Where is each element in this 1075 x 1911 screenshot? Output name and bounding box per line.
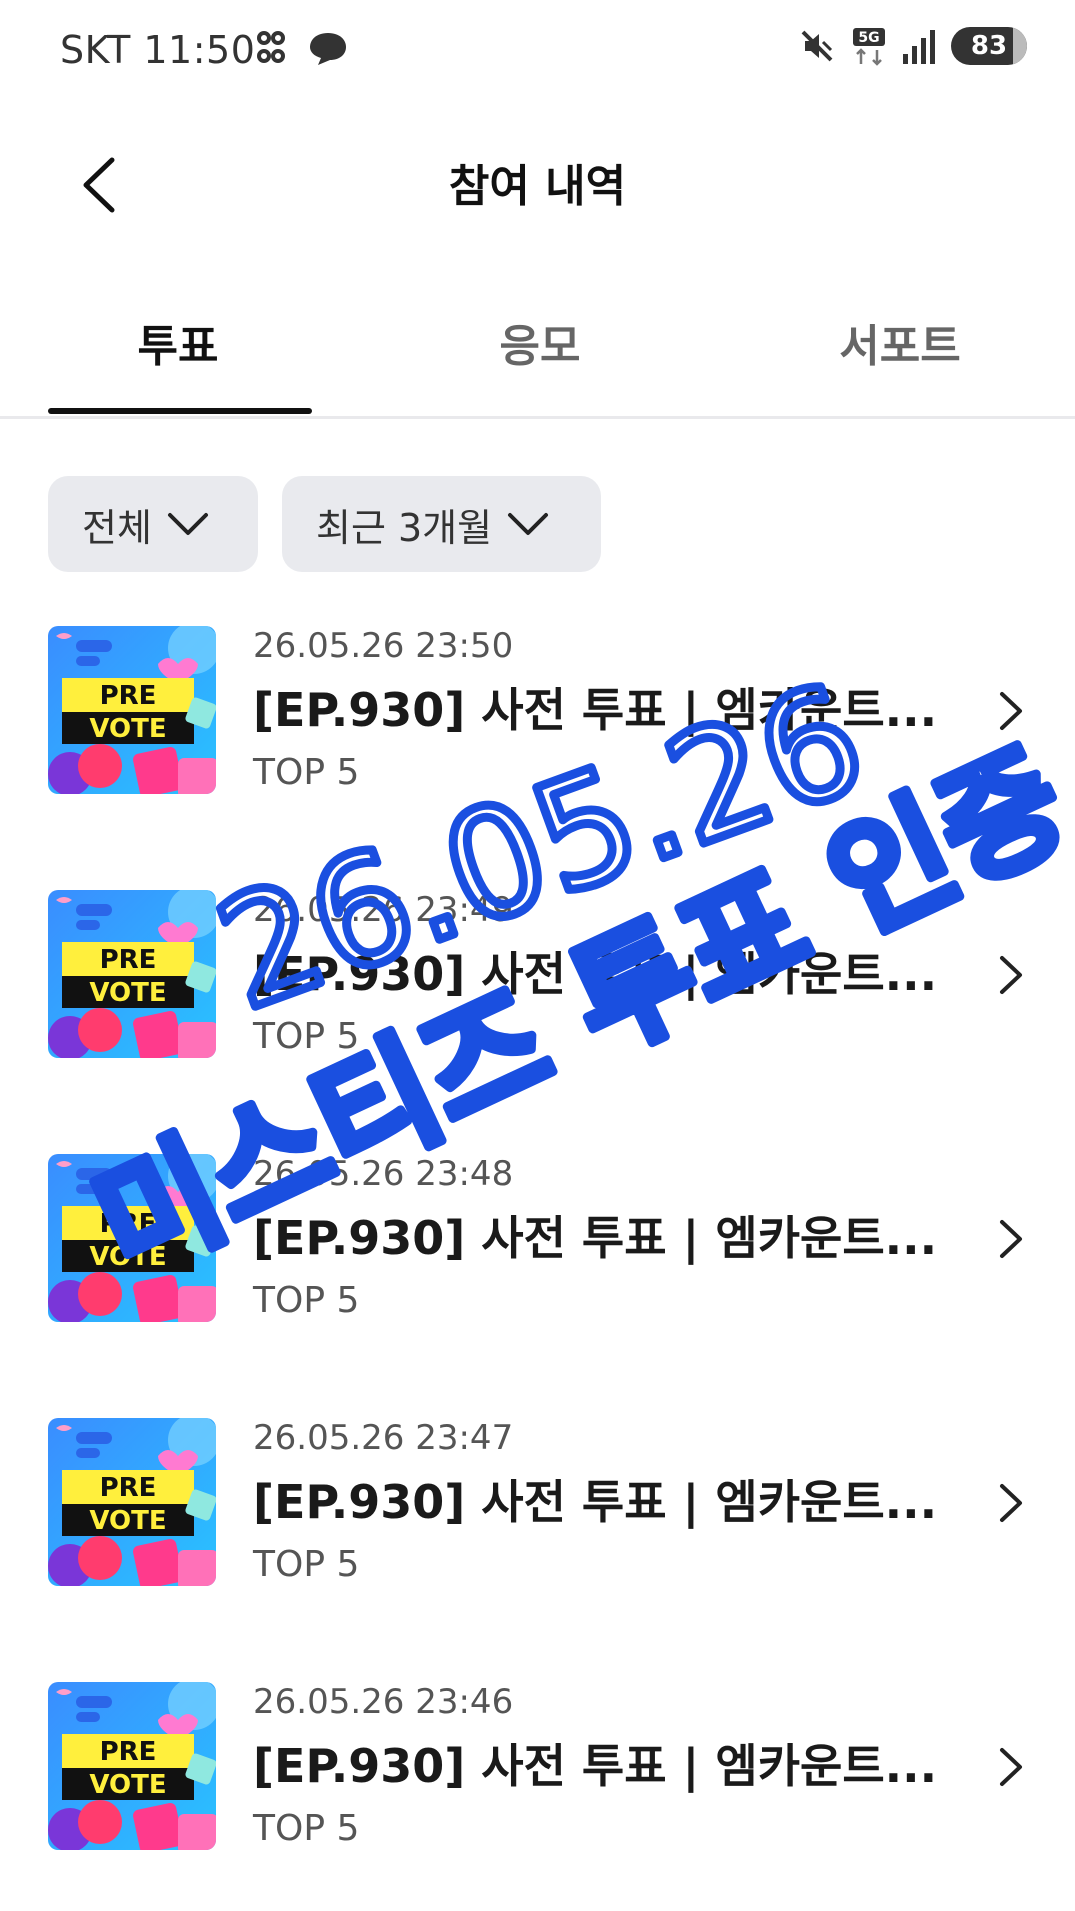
tab-vote[interactable]: 투표 [48, 310, 308, 374]
item-subtitle: TOP 5 [253, 1544, 360, 1585]
category-filter-label: 전체 [82, 505, 152, 550]
thumbnail-pre-text: PRE [100, 681, 157, 711]
chevron-down-icon [167, 513, 208, 535]
category-filter-dropdown[interactable]: 전체 [48, 476, 258, 572]
thumbnail-vote-text: VOTE [89, 1242, 166, 1272]
pre-vote-thumbnail: PRE VOTE [48, 1418, 216, 1586]
pre-vote-thumbnail: PRE VOTE [48, 1682, 216, 1850]
item-date: 26.05.26 23:46 [253, 1682, 514, 1722]
tab-bar: 투표 응모 서포트 [0, 280, 1075, 419]
item-title: [EP.930] 사전 투표 | 엠카운트... [253, 1739, 938, 1793]
thumbnail-pre-text: PRE [100, 1737, 157, 1767]
thumbnail-pre-text: PRE [100, 1473, 157, 1503]
item-date: 26.05.26 23:49 [253, 890, 514, 930]
chevron-down-icon [508, 513, 549, 535]
tab-indicator [48, 408, 312, 414]
item-title: [EP.930] 사전 투표 | 엠카운트... [253, 1211, 938, 1265]
item-subtitle: TOP 5 [253, 1280, 360, 1321]
chat-bubble-icon [310, 33, 346, 65]
carrier-time: SKT 11:50 [60, 28, 256, 72]
item-subtitle: TOP 5 [253, 752, 360, 793]
pre-vote-thumbnail: PRE VOTE [48, 890, 216, 1058]
status-bar: SKT 11:50 5G 83 [0, 0, 1075, 100]
page-title: 참여 내역 [448, 161, 627, 212]
item-title: [EP.930] 사전 투표 | 엠카운트... [253, 1475, 938, 1529]
chevron-right-icon [1000, 1748, 1022, 1786]
list-item[interactable]: PRE VOTE 26.05.26 23:49 [EP.930] 사전 투표 |… [48, 890, 1028, 1060]
5g-icon: 5G [853, 28, 885, 66]
item-subtitle: TOP 5 [253, 1808, 360, 1849]
chevron-right-icon [1000, 1484, 1022, 1522]
thumbnail-vote-text: VOTE [89, 978, 166, 1008]
battery-icon: 83 [951, 27, 1027, 65]
tab-support[interactable]: 서포트 [770, 310, 1030, 374]
item-date: 26.05.26 23:47 [253, 1418, 514, 1458]
list-item[interactable]: PRE VOTE 26.05.26 23:48 [EP.930] 사전 투표 |… [48, 1154, 1028, 1324]
thumbnail-pre-text: PRE [100, 945, 157, 975]
item-title: [EP.930] 사전 투표 | 엠카운트... [253, 683, 938, 737]
chevron-right-icon [1000, 1220, 1022, 1258]
item-title: [EP.930] 사전 투표 | 엠카운트... [253, 947, 938, 1001]
battery-level: 83 [970, 31, 1008, 61]
period-filter-label: 최근 3개월 [316, 505, 493, 550]
pre-vote-thumbnail: PRE VOTE [48, 626, 216, 794]
list-item[interactable]: PRE VOTE 26.05.26 23:46 [EP.930] 사전 투표 |… [48, 1682, 1028, 1852]
app-header: 참여 내역 [0, 110, 1075, 250]
item-date: 26.05.26 23:50 [253, 626, 514, 666]
tab-entry[interactable]: 응모 [410, 310, 670, 374]
app-notification-icon [257, 31, 285, 63]
svg-text:5G: 5G [858, 30, 879, 46]
item-date: 26.05.26 23:48 [253, 1154, 514, 1194]
thumbnail-vote-text: VOTE [89, 1506, 166, 1536]
pre-vote-thumbnail: PRE VOTE [48, 1154, 216, 1322]
chevron-right-icon [1000, 956, 1022, 994]
thumbnail-vote-text: VOTE [89, 1770, 166, 1800]
signal-icon [903, 30, 935, 64]
thumbnail-pre-text: PRE [100, 1209, 157, 1239]
mute-icon [801, 30, 833, 62]
thumbnail-vote-text: VOTE [89, 714, 166, 744]
list-item[interactable]: PRE VOTE 26.05.26 23:50 [EP.930] 사전 투표 |… [48, 626, 1028, 796]
period-filter-dropdown[interactable]: 최근 3개월 [282, 476, 601, 572]
list-item[interactable]: PRE VOTE 26.05.26 23:47 [EP.930] 사전 투표 |… [48, 1418, 1028, 1588]
chevron-right-icon [1000, 692, 1022, 730]
item-subtitle: TOP 5 [253, 1016, 360, 1057]
